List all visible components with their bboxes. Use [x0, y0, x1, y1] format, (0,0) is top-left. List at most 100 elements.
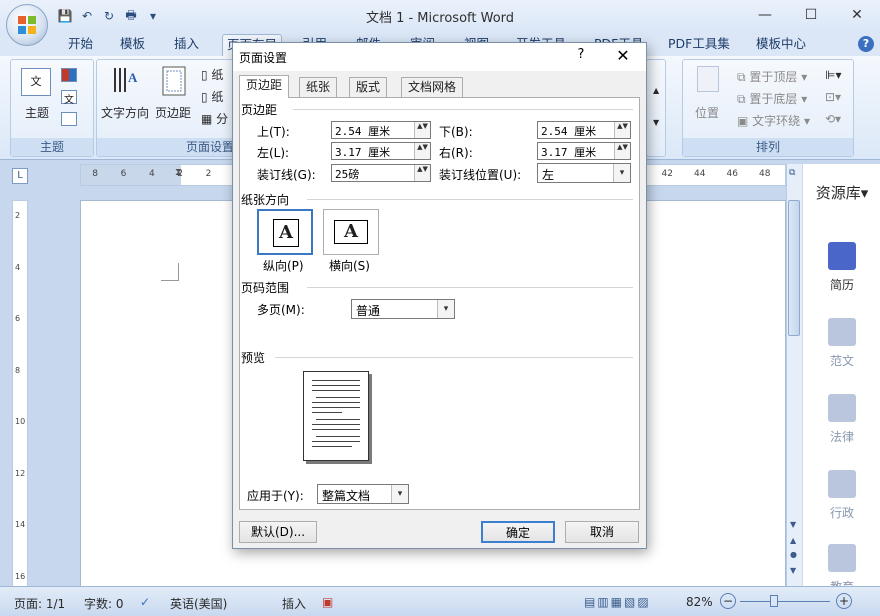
spin-down-icon[interactable]: ▼ — [653, 118, 659, 127]
view-buttons[interactable]: ▤▥▦▧▨ — [584, 595, 651, 609]
help-icon[interactable]: ? — [858, 36, 874, 52]
maximize-button[interactable]: ☐ — [788, 0, 834, 30]
ruler-tick: 4 — [148, 169, 155, 179]
columns-button[interactable]: ▦ 分 — [201, 110, 228, 127]
theme-button[interactable]: 主题 — [25, 104, 49, 121]
portrait-button[interactable]: A — [257, 209, 313, 255]
send-to-back-button[interactable]: ⧉ 置于底层 ▾ — [737, 90, 807, 107]
undo-icon[interactable]: ↶ — [78, 7, 96, 25]
scrollbar-thumb[interactable] — [788, 200, 800, 336]
browse-object-icon[interactable]: ● — [790, 550, 797, 559]
preview-line — [312, 380, 360, 381]
spinner-arrows-icon[interactable]: ▲▼ — [414, 165, 430, 181]
word-count[interactable]: 字数: 0 — [84, 595, 124, 612]
minimize-button[interactable]: — — [742, 0, 788, 30]
apply-to-select[interactable]: 整篇文档 ▾ — [317, 484, 409, 504]
text-direction-button[interactable]: 文字方向 — [101, 104, 149, 121]
gutter-value: 25磅 — [335, 168, 360, 181]
arrange-group: 位置 ⧉ 置于顶层 ▾ ⧉ 置于底层 ▾ ▣ 文字环绕 ▾ ⊫▾ ⊡▾ ⟲▾ 排… — [682, 59, 854, 157]
tab-home[interactable]: 开始 — [64, 34, 97, 56]
proofing-icon[interactable]: ✓ — [140, 595, 150, 609]
language-status[interactable]: 英语(美国) — [170, 595, 227, 612]
resource-library-title[interactable]: 资源库▾ — [803, 182, 880, 203]
default-button[interactable]: 默认(D)... — [239, 521, 317, 543]
top-margin-value: 2.54 厘米 — [335, 125, 391, 138]
resource-library-panel: 资源库▾ 简历 范文 法律 行政 教育 — [802, 164, 880, 594]
tab-templates[interactable]: 模板 — [116, 34, 149, 56]
tab-document-grid[interactable]: 文档网格 — [401, 77, 464, 97]
ok-button[interactable]: 确定 — [481, 521, 555, 543]
spin-up-icon[interactable]: ▲ — [653, 86, 659, 95]
paper-size-button[interactable]: ▯ 纸 — [201, 88, 223, 105]
tab-pdf-toolset[interactable]: PDF工具集 — [664, 34, 734, 56]
dialog-help-button[interactable]: ? — [573, 47, 589, 65]
close-window-button[interactable]: ✕ — [834, 0, 880, 30]
theme-effects-icon[interactable] — [61, 112, 77, 126]
side-item-law[interactable]: 法律 — [803, 394, 880, 445]
group-icon[interactable]: ⊡▾ — [825, 90, 841, 104]
spinner-arrows-icon[interactable]: ▲▼ — [414, 122, 430, 138]
wrap-text-button[interactable]: ▣ 文字环绕 ▾ — [737, 112, 810, 129]
print-icon[interactable]: 🖶 — [122, 7, 140, 25]
gutter-input[interactable]: 25磅 ▲▼ — [331, 164, 431, 182]
multiple-pages-value: 普通 — [356, 304, 381, 318]
right-margin-input[interactable]: 3.17 厘米 ▲▼ — [537, 142, 631, 160]
vertical-ruler[interactable]: 2 4 6 8 10 12 14 16 — [12, 200, 28, 588]
scroll-down-icon[interactable]: ▼ — [790, 520, 796, 529]
side-item-resume[interactable]: 简历 — [803, 242, 880, 293]
zoom-slider-track[interactable] — [740, 601, 830, 602]
ruler-tick: 10 — [15, 417, 26, 427]
tab-template-center[interactable]: 模板中心 — [752, 34, 810, 56]
position-button[interactable]: 位置 — [695, 104, 719, 121]
zoom-slider-thumb[interactable] — [770, 595, 778, 607]
tab-selector[interactable]: L — [12, 168, 28, 184]
multiple-pages-select[interactable]: 普通 ▾ — [351, 299, 455, 319]
ruler-toggle-icon[interactable]: ⧉ — [789, 168, 795, 178]
next-page-icon[interactable]: ▼ — [790, 566, 796, 575]
theme-colors-icon[interactable] — [61, 68, 77, 82]
ruler-tick: 14 — [15, 520, 26, 530]
redo-icon[interactable]: ↻ — [100, 7, 118, 25]
align-icon[interactable]: ⊫▾ — [825, 68, 841, 82]
bring-to-front-button[interactable]: ⧉ 置于顶层 ▾ — [737, 68, 807, 85]
bottom-margin-input[interactable]: 2.54 厘米 ▲▼ — [537, 121, 631, 139]
page-count[interactable]: 页面: 1/1 — [14, 595, 65, 612]
side-item-essay[interactable]: 范文 — [803, 318, 880, 369]
rotate-icon[interactable]: ⟲▾ — [825, 112, 841, 126]
zoom-level[interactable]: 82% — [686, 595, 713, 609]
spinner-arrows-icon[interactable]: ▲▼ — [414, 143, 430, 159]
tab-margins[interactable]: 页边距 — [239, 75, 290, 98]
tab-insert[interactable]: 插入 — [170, 34, 203, 56]
tab-layout[interactable]: 版式 — [349, 77, 388, 97]
preview-line — [316, 436, 360, 437]
landscape-label: 横向(S) — [329, 259, 370, 273]
theme-icon[interactable]: 文 — [21, 68, 51, 96]
customize-qat-icon[interactable]: ▾ — [144, 7, 162, 25]
spinner-arrows-icon[interactable]: ▲▼ — [614, 122, 630, 138]
zoom-out-button[interactable]: − — [720, 593, 736, 609]
wrap-text-label: 文字环绕 — [752, 114, 801, 128]
top-margin-input[interactable]: 2.54 厘米 ▲▼ — [331, 121, 431, 139]
side-item-admin[interactable]: 行政 — [803, 470, 880, 521]
ruler-ticks-left: 864224 — [81, 169, 251, 179]
dialog-close-button[interactable]: ✕ — [609, 45, 637, 67]
theme-fonts-icon[interactable]: 文 — [61, 90, 77, 106]
spinner-arrows-icon[interactable]: ▲▼ — [614, 143, 630, 159]
zoom-in-button[interactable]: + — [836, 593, 852, 609]
orientation-button[interactable]: ▯ 纸 — [201, 66, 223, 83]
insert-mode[interactable]: 插入 — [282, 595, 306, 612]
landscape-button[interactable]: A — [323, 209, 379, 255]
text-direction-icon: A — [114, 68, 138, 92]
save-icon[interactable]: 💾 — [56, 7, 74, 25]
margins-button[interactable]: 页边距 — [155, 104, 191, 121]
left-margin-input[interactable]: 3.17 厘米 ▲▼ — [331, 142, 431, 160]
macro-record-icon[interactable]: ▣ — [322, 595, 333, 609]
office-button[interactable] — [6, 4, 48, 46]
indent-marker-icon[interactable]: ⧗ — [175, 167, 182, 178]
gutter-position-select[interactable]: 左 ▾ — [537, 163, 631, 183]
tab-paper[interactable]: 纸张 — [299, 77, 338, 97]
multiple-pages-label: 多页(M): — [257, 303, 305, 317]
cancel-button[interactable]: 取消 — [565, 521, 639, 543]
previous-page-icon[interactable]: ▲ — [790, 536, 796, 545]
orientation-section-title: 纸张方向 — [241, 193, 290, 207]
